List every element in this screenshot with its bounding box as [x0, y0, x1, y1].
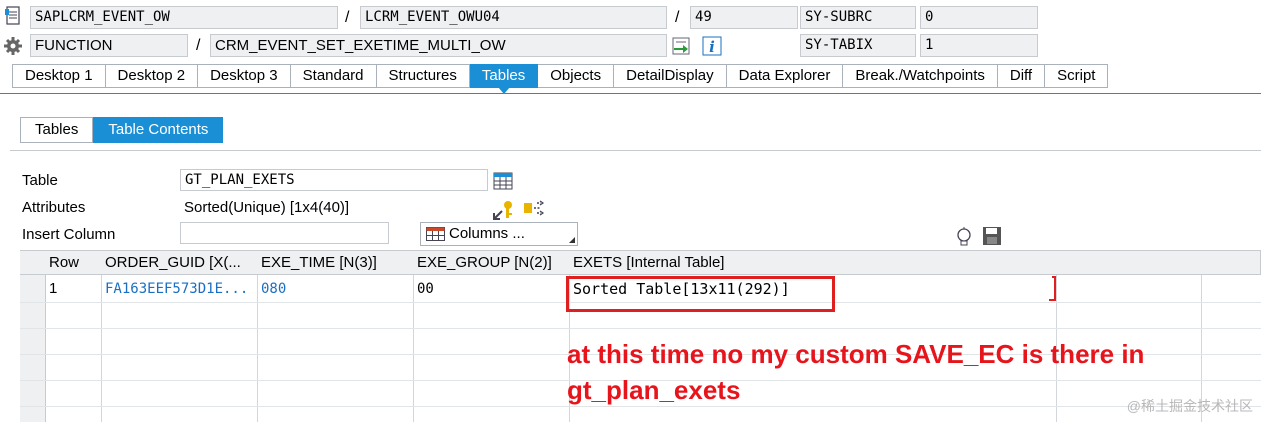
- attributes-label: Attributes: [22, 199, 86, 216]
- tab-data-explorer[interactable]: Data Explorer: [726, 64, 844, 88]
- table-label: Table: [22, 172, 58, 189]
- sy-subrc-label: SY-SUBRC: [800, 6, 916, 29]
- attributes-value: Sorted(Unique) [1x4(40)]: [184, 199, 350, 216]
- type-field[interactable]: FUNCTION: [30, 34, 188, 57]
- lightbulb-icon[interactable]: [955, 226, 973, 248]
- program-field[interactable]: SAPLCRM_EVENT_OW: [30, 6, 338, 29]
- tab-desktop-3[interactable]: Desktop 3: [198, 64, 291, 88]
- main-tabbar: Desktop 1 Desktop 2 Desktop 3 Standard S…: [12, 64, 1109, 94]
- divider: [10, 150, 1261, 151]
- subtab-table-contents[interactable]: Table Contents: [93, 117, 224, 143]
- column-header-row[interactable]: Row: [45, 251, 102, 275]
- watermark: @稀土掘金技术社区: [1126, 398, 1253, 414]
- subtab-tables[interactable]: Tables: [20, 117, 94, 143]
- save-icon[interactable]: [982, 226, 1002, 246]
- cell-exe-group[interactable]: 00: [413, 276, 569, 302]
- function-name-field[interactable]: CRM_EVENT_SET_EXETIME_MULTI_OW: [210, 34, 667, 57]
- tab-structures[interactable]: Structures: [376, 64, 470, 88]
- column-header-exets[interactable]: EXETS [Internal Table]: [569, 251, 1057, 275]
- column-header-empty: [1056, 251, 1202, 275]
- annotation-line-2: gt_plan_exets: [567, 375, 741, 405]
- sy-tabix-value[interactable]: 1: [920, 34, 1038, 57]
- info-icon[interactable]: i: [702, 36, 722, 56]
- columns-button[interactable]: Columns ...: [420, 222, 578, 246]
- svg-text:i: i: [709, 38, 715, 56]
- columns-icon: [426, 227, 446, 246]
- slash-separator: /: [675, 9, 680, 26]
- tab-desktop-1[interactable]: Desktop 1: [12, 64, 106, 88]
- slash-separator: /: [345, 9, 350, 26]
- column-header-exe-group[interactable]: EXE_GROUP [N(2)]: [413, 251, 570, 275]
- annotation-text: at this time no my custom SAVE_EC is the…: [567, 336, 1144, 408]
- sy-tabix-label: SY-TABIX: [800, 34, 916, 57]
- object-split-icon[interactable]: [522, 199, 546, 221]
- grid-corner: [20, 251, 46, 275]
- key-icon[interactable]: [491, 199, 515, 221]
- cell-selection-bracket: [1049, 276, 1056, 301]
- tab-objects[interactable]: Objects: [538, 64, 615, 88]
- tab-standard[interactable]: Standard: [290, 64, 377, 88]
- include-field[interactable]: LCRM_EVENT_OWU04: [360, 6, 667, 29]
- column-header-order-guid[interactable]: ORDER_GUID [X(...: [101, 251, 258, 275]
- sy-subrc-value[interactable]: 0: [920, 6, 1038, 29]
- cell-exe-time[interactable]: 080: [257, 276, 413, 302]
- tab-tables[interactable]: Tables: [469, 64, 539, 94]
- table-grid-icon[interactable]: [493, 171, 513, 191]
- tab-separator: [0, 93, 1261, 94]
- cell-row: 1: [49, 280, 58, 297]
- line-field[interactable]: 49: [690, 6, 798, 29]
- insert-column-input[interactable]: [180, 222, 389, 244]
- column-header-exe-time[interactable]: EXE_TIME [N(3)]: [257, 251, 414, 275]
- document-icon: [4, 6, 22, 26]
- gear-icon: [3, 36, 23, 56]
- table-input[interactable]: GT_PLAN_EXETS: [180, 169, 488, 191]
- annotation-line-1: at this time no my custom SAVE_EC is the…: [567, 339, 1145, 369]
- column-header-empty: [1201, 251, 1261, 275]
- insert-column-label: Insert Column: [22, 226, 116, 243]
- tab-script[interactable]: Script: [1045, 64, 1109, 88]
- highlight-box: [566, 276, 835, 312]
- tab-desktop-2[interactable]: Desktop 2: [105, 64, 199, 88]
- navigate-icon[interactable]: [671, 36, 693, 56]
- tab-detaildisplay[interactable]: DetailDisplay: [614, 64, 727, 88]
- dropdown-corner-icon: [569, 237, 575, 243]
- cell-order-guid[interactable]: FA163EEF573D1E...: [101, 276, 257, 302]
- tab-breakpoints[interactable]: Break./Watchpoints: [843, 64, 998, 88]
- subtabbar: Tables Table Contents: [20, 117, 224, 143]
- columns-button-label: Columns ...: [449, 225, 525, 242]
- slash-separator: /: [196, 37, 201, 54]
- tab-diff[interactable]: Diff: [997, 64, 1046, 88]
